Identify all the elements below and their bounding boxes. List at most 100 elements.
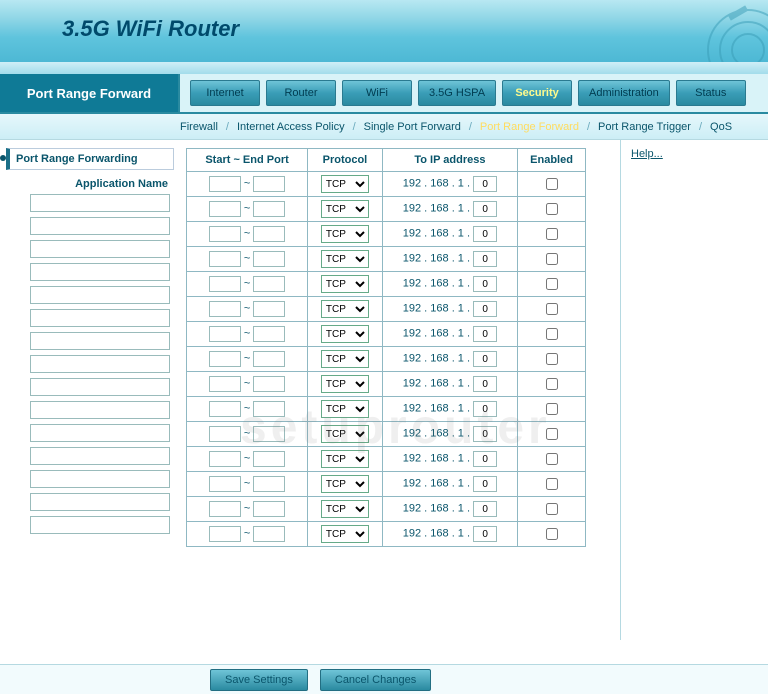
- end-port-input[interactable]: [253, 326, 285, 342]
- protocol-select[interactable]: TCP: [321, 250, 369, 268]
- start-port-input[interactable]: [209, 451, 241, 467]
- ip-last-input[interactable]: [473, 276, 497, 292]
- start-port-input[interactable]: [209, 301, 241, 317]
- enabled-checkbox[interactable]: [546, 528, 558, 540]
- start-port-input[interactable]: [209, 526, 241, 542]
- subnav-internet-access-policy[interactable]: Internet Access Policy: [237, 121, 345, 133]
- tab-3-5g-hspa[interactable]: 3.5G HSPA: [418, 80, 496, 106]
- protocol-select[interactable]: TCP: [321, 325, 369, 343]
- end-port-input[interactable]: [253, 376, 285, 392]
- enabled-checkbox[interactable]: [546, 428, 558, 440]
- tab-administration[interactable]: Administration: [578, 80, 670, 106]
- ip-last-input[interactable]: [473, 376, 497, 392]
- ip-last-input[interactable]: [473, 226, 497, 242]
- protocol-select[interactable]: TCP: [321, 300, 369, 318]
- enabled-checkbox[interactable]: [546, 203, 558, 215]
- enabled-checkbox[interactable]: [546, 503, 558, 515]
- enabled-checkbox[interactable]: [546, 353, 558, 365]
- enabled-checkbox[interactable]: [546, 453, 558, 465]
- tab-status[interactable]: Status: [676, 80, 746, 106]
- appname-input[interactable]: [30, 447, 170, 465]
- tab-security[interactable]: Security: [502, 80, 572, 106]
- appname-input[interactable]: [30, 309, 170, 327]
- tab-wifi[interactable]: WiFi: [342, 80, 412, 106]
- appname-input[interactable]: [30, 424, 170, 442]
- enabled-checkbox[interactable]: [546, 178, 558, 190]
- protocol-select[interactable]: TCP: [321, 350, 369, 368]
- ip-last-input[interactable]: [473, 351, 497, 367]
- appname-input[interactable]: [30, 378, 170, 396]
- cancel-button[interactable]: Cancel Changes: [320, 669, 431, 691]
- subnav-port-range-trigger[interactable]: Port Range Trigger: [598, 121, 691, 133]
- start-port-input[interactable]: [209, 426, 241, 442]
- end-port-input[interactable]: [253, 226, 285, 242]
- ip-last-input[interactable]: [473, 501, 497, 517]
- appname-input[interactable]: [30, 470, 170, 488]
- ip-last-input[interactable]: [473, 401, 497, 417]
- appname-input[interactable]: [30, 240, 170, 258]
- end-port-input[interactable]: [253, 201, 285, 217]
- start-port-input[interactable]: [209, 201, 241, 217]
- start-port-input[interactable]: [209, 376, 241, 392]
- appname-input[interactable]: [30, 194, 170, 212]
- protocol-select[interactable]: TCP: [321, 225, 369, 243]
- subnav-qos[interactable]: QoS: [710, 121, 732, 133]
- end-port-input[interactable]: [253, 426, 285, 442]
- end-port-input[interactable]: [253, 176, 285, 192]
- ip-last-input[interactable]: [473, 301, 497, 317]
- ip-last-input[interactable]: [473, 526, 497, 542]
- subnav-firewall[interactable]: Firewall: [180, 121, 218, 133]
- protocol-select[interactable]: TCP: [321, 200, 369, 218]
- appname-input[interactable]: [30, 286, 170, 304]
- appname-input[interactable]: [30, 516, 170, 534]
- protocol-select[interactable]: TCP: [321, 175, 369, 193]
- appname-input[interactable]: [30, 263, 170, 281]
- start-port-input[interactable]: [209, 326, 241, 342]
- end-port-input[interactable]: [253, 451, 285, 467]
- protocol-select[interactable]: TCP: [321, 425, 369, 443]
- end-port-input[interactable]: [253, 401, 285, 417]
- ip-last-input[interactable]: [473, 476, 497, 492]
- start-port-input[interactable]: [209, 276, 241, 292]
- protocol-select[interactable]: TCP: [321, 375, 369, 393]
- ip-last-input[interactable]: [473, 326, 497, 342]
- subnav-port-range-forward[interactable]: Port Range Forward: [480, 121, 579, 133]
- protocol-select[interactable]: TCP: [321, 400, 369, 418]
- enabled-checkbox[interactable]: [546, 328, 558, 340]
- end-port-input[interactable]: [253, 301, 285, 317]
- end-port-input[interactable]: [253, 476, 285, 492]
- end-port-input[interactable]: [253, 276, 285, 292]
- protocol-select[interactable]: TCP: [321, 450, 369, 468]
- end-port-input[interactable]: [253, 251, 285, 267]
- start-port-input[interactable]: [209, 501, 241, 517]
- appname-input[interactable]: [30, 493, 170, 511]
- end-port-input[interactable]: [253, 526, 285, 542]
- start-port-input[interactable]: [209, 401, 241, 417]
- appname-input[interactable]: [30, 355, 170, 373]
- enabled-checkbox[interactable]: [546, 278, 558, 290]
- tab-internet[interactable]: Internet: [190, 80, 260, 106]
- enabled-checkbox[interactable]: [546, 303, 558, 315]
- enabled-checkbox[interactable]: [546, 403, 558, 415]
- start-port-input[interactable]: [209, 176, 241, 192]
- subnav-single-port-forward[interactable]: Single Port Forward: [364, 121, 461, 133]
- appname-input[interactable]: [30, 217, 170, 235]
- protocol-select[interactable]: TCP: [321, 500, 369, 518]
- enabled-checkbox[interactable]: [546, 378, 558, 390]
- save-button[interactable]: Save Settings: [210, 669, 308, 691]
- ip-last-input[interactable]: [473, 201, 497, 217]
- appname-input[interactable]: [30, 332, 170, 350]
- enabled-checkbox[interactable]: [546, 478, 558, 490]
- help-link[interactable]: Help...: [631, 148, 663, 160]
- enabled-checkbox[interactable]: [546, 228, 558, 240]
- end-port-input[interactable]: [253, 351, 285, 367]
- protocol-select[interactable]: TCP: [321, 475, 369, 493]
- appname-input[interactable]: [30, 401, 170, 419]
- ip-last-input[interactable]: [473, 176, 497, 192]
- start-port-input[interactable]: [209, 251, 241, 267]
- enabled-checkbox[interactable]: [546, 253, 558, 265]
- start-port-input[interactable]: [209, 226, 241, 242]
- start-port-input[interactable]: [209, 476, 241, 492]
- ip-last-input[interactable]: [473, 426, 497, 442]
- protocol-select[interactable]: TCP: [321, 275, 369, 293]
